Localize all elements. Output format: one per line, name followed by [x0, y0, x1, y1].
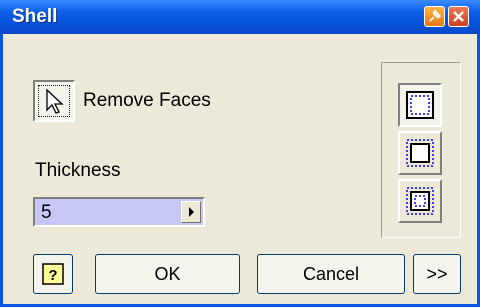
shell-outside-icon [406, 139, 434, 167]
shell-outside-button[interactable] [398, 131, 442, 175]
cursor-arrow-icon [46, 88, 64, 114]
pin-icon [429, 9, 442, 22]
title-bar[interactable]: Shell [0, 0, 480, 34]
shell-dialog: Shell Remove Faces Thickness 5 ? OK Canc… [0, 0, 480, 307]
thickness-value[interactable]: 5 [41, 202, 52, 224]
close-icon [453, 11, 464, 22]
svg-text:?: ? [48, 267, 57, 284]
thickness-field[interactable]: 5 [33, 197, 205, 227]
cancel-button[interactable]: Cancel [257, 254, 405, 294]
shell-both-button[interactable] [398, 179, 442, 223]
thickness-label: Thickness [35, 160, 121, 181]
more-button[interactable]: >> [413, 254, 461, 294]
ok-button[interactable]: OK [95, 254, 240, 294]
direction-options [381, 62, 461, 238]
window-title: Shell [12, 6, 58, 27]
help-button[interactable]: ? [33, 254, 73, 294]
shell-inside-button[interactable] [398, 83, 442, 127]
pin-button[interactable] [424, 6, 445, 27]
select-faces-button[interactable] [33, 80, 75, 122]
close-button[interactable] [448, 6, 469, 27]
shell-inside-icon [406, 91, 434, 119]
shell-both-icon [406, 187, 434, 215]
remove-faces-label: Remove Faces [83, 90, 211, 111]
chevron-right-icon [189, 207, 194, 217]
thickness-flyout-button[interactable] [181, 201, 201, 223]
help-icon: ? [42, 263, 64, 285]
